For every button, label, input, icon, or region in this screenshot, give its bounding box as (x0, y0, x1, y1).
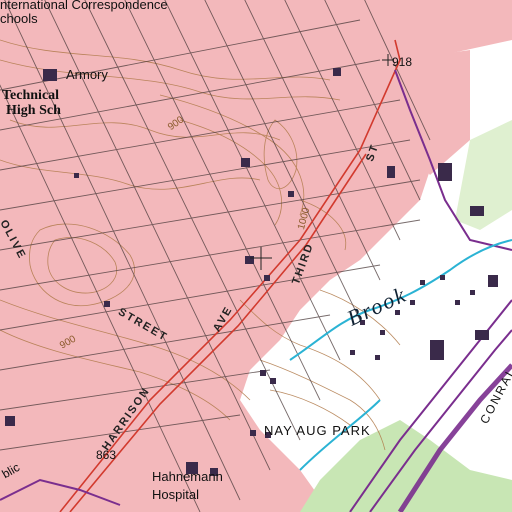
label-schools: chools (0, 11, 38, 26)
label-hahnemann: Hahnemann (152, 469, 223, 484)
label-hospital: Hospital (152, 487, 199, 502)
label-bm-918: 918 (392, 55, 413, 69)
label-nay-aug-park: NAY AUG PARK (264, 423, 371, 438)
benchmark-cross (250, 247, 272, 270)
label-correspondence: nternational Correspondence (0, 0, 168, 12)
label-high-sch: High Sch (6, 103, 61, 118)
label-technical: Technical (2, 88, 60, 103)
topographic-map: nternational Correspondence chools Armor… (0, 0, 512, 512)
label-bm-863: 863 (96, 448, 117, 462)
label-armory: Armory (66, 67, 108, 82)
